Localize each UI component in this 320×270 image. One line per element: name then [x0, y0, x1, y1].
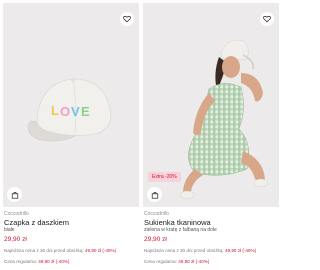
- add-to-wishlist-button[interactable]: [260, 12, 274, 26]
- product-brand: Coccodrillo: [144, 211, 169, 217]
- lowest-price-value: 49,90 zł (-40%): [84, 248, 117, 253]
- product-price: 29,90 zł: [4, 236, 27, 243]
- add-to-cart-button[interactable]: [147, 187, 162, 202]
- regular-price-label: Cena regularna:: [144, 259, 177, 264]
- add-to-wishlist-button[interactable]: [120, 12, 134, 26]
- lowest-price-note: Najniższa cena z 30 dni przed obniżką: 4…: [144, 248, 278, 254]
- regular-price-note: Cena regularna: 49,90 zł (-40%): [144, 259, 278, 265]
- heart-icon: [123, 15, 131, 23]
- regular-price-note: Cena regularna: 49,90 zł (-40%): [4, 259, 138, 265]
- cap-illustration: L O V E: [27, 78, 112, 142]
- product-image-cap[interactable]: L O V E: [3, 3, 139, 207]
- add-to-cart-button[interactable]: [7, 187, 22, 202]
- product-image-dress[interactable]: Extra -20%: [143, 3, 279, 207]
- product-title[interactable]: Sukienka tkaninowa: [144, 218, 278, 227]
- product-card-dress[interactable]: Extra -20% Coccodrillo Sukienka tkaninow…: [143, 0, 279, 270]
- regular-price-label: Cena regularna:: [4, 259, 37, 264]
- product-color: białe: [4, 227, 15, 233]
- cap-print-letter: E: [81, 104, 90, 119]
- promo-badge: Extra -20%: [148, 172, 181, 182]
- regular-price-value: 49,90 zł (-40%): [38, 259, 70, 264]
- lowest-price-label: Najniższa cena z 30 dni przed obniżką:: [144, 248, 224, 253]
- cap-print-letter: L: [51, 103, 59, 118]
- shopping-bag-icon: [11, 191, 18, 199]
- product-card-cap[interactable]: L O V E Coccodrillo Czapka z daszkiem bi…: [3, 0, 139, 270]
- product-title[interactable]: Czapka z daszkiem: [4, 218, 138, 227]
- product-color: zielona w kratę z falbaną na dole: [144, 227, 217, 233]
- lowest-price-label: Najniższa cena z 30 dni przed obniżką:: [4, 248, 84, 253]
- heart-icon: [263, 15, 271, 23]
- shopping-bag-icon: [151, 191, 158, 199]
- cap-print-letter: V: [71, 104, 80, 119]
- product-brand: Coccodrillo: [4, 211, 29, 217]
- lowest-price-note: Najniższa cena z 30 dni przed obniżką: 4…: [4, 248, 138, 254]
- product-info: Coccodrillo Czapka z daszkiem białe 29,9…: [4, 211, 138, 265]
- cap-print-letter: O: [60, 104, 70, 119]
- regular-price-value: 49,90 zł (-40%): [178, 259, 210, 264]
- lowest-price-value: 49,90 zł (-40%): [224, 248, 257, 253]
- product-price: 29,90 zł: [144, 236, 167, 243]
- product-info: Coccodrillo Sukienka tkaninowa zielona w…: [144, 211, 278, 265]
